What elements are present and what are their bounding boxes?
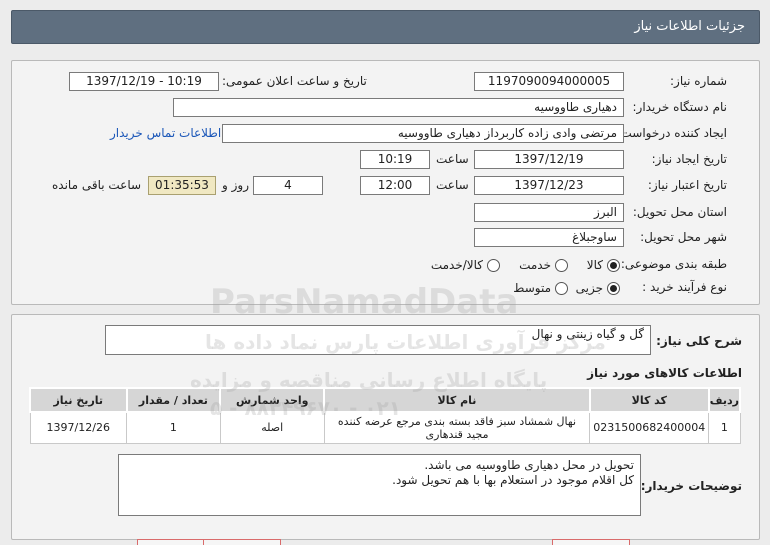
cell-need-date: 1397/12/26 (29, 411, 128, 444)
col-unit: واحد شمارش (219, 387, 326, 413)
page-header: جزئیات اطلاعات نیاز (11, 10, 760, 44)
validity-days-label: روز و (222, 178, 249, 192)
province-label: استان محل تحویل: (632, 205, 727, 219)
table-row: 1 0231500682400004 نهال شمشاد سبز فاقد ب… (29, 411, 741, 444)
radio-icon[interactable] (555, 258, 568, 272)
radio-selected-icon[interactable] (607, 258, 620, 272)
cell-goods-code: 0231500682400004 (589, 411, 710, 444)
purchase-option-minor[interactable]: جزیی (576, 279, 620, 297)
goods-table: ردیف کد کالا نام کالا واحد شمارش تعداد /… (29, 387, 742, 444)
cell-unit: اصله (219, 411, 325, 444)
cell-goods-name: نهال شمشاد سبز فاقد بسته بندی مرجع عرضه … (323, 411, 591, 444)
validity-date-field: 1397/12/23 (474, 176, 624, 195)
radio-selected-icon[interactable] (607, 281, 620, 295)
need-number-label: شماره نیاز: (670, 74, 727, 88)
validity-label: تاریخ اعتبار نیاز: (647, 178, 727, 192)
city-label: شهر محل تحویل: (640, 230, 727, 244)
category-option-goods[interactable]: کالا (587, 256, 620, 274)
created-date-field: 1397/12/19 (474, 150, 624, 169)
goods-table-wrap: ردیف کد کالا نام کالا واحد شمارش تعداد /… (29, 387, 742, 444)
buyer-org-label: نام دستگاه خریدار: (632, 100, 728, 114)
cell-quantity: 1 (126, 411, 221, 444)
buyer-notes-label: توضیحات خریدار: (640, 479, 742, 493)
buyer-contact-link[interactable]: اطلاعات تماس خریدار (110, 124, 221, 142)
purchase-option-medium[interactable]: متوسط (513, 279, 568, 297)
announce-label: تاریخ و ساعت اعلان عمومی: (222, 74, 367, 88)
validity-time-field: 12:00 (360, 176, 430, 195)
page-title: جزئیات اطلاعات نیاز (634, 19, 745, 34)
bottom-button[interactable] (203, 539, 281, 545)
need-number-field: 1197090094000005 (474, 72, 624, 91)
created-label: تاریخ ایجاد نیاز: (651, 152, 727, 166)
buyer-notes-box: تحویل در محل دهیاری طاووسیه می باشد. کل … (118, 454, 641, 516)
summary-field: گل و گیاه زینتی و نهال (105, 325, 651, 355)
radio-icon[interactable] (555, 281, 568, 295)
remaining-time-label: ساعت باقی مانده (52, 178, 142, 192)
validity-days-field: 4 (253, 176, 323, 195)
requester-field: مرتضی وادی زاده کاربرداز دهیاری طاووسیه (222, 124, 624, 143)
col-need-date: تاریخ نیاز (29, 387, 128, 413)
bottom-button[interactable] (552, 539, 630, 545)
purchase-type-label: نوع فرآیند خرید : (642, 280, 727, 294)
goods-section-title: اطلاعات کالاهای مورد نیاز (587, 366, 742, 380)
province-field: البرز (474, 203, 624, 222)
col-goods-name: نام کالا (323, 387, 591, 413)
requester-label: ایجاد کننده درخواست: (616, 126, 727, 140)
created-time-field: 10:19 (360, 150, 430, 169)
announce-field: 1397/12/19 - 10:19 (69, 72, 219, 91)
created-time-label: ساعت (436, 152, 469, 166)
buyer-note-line: کل اقلام موجود در استعلام بها با هم تحوی… (392, 473, 634, 487)
radio-icon[interactable] (487, 258, 500, 272)
validity-time-label: ساعت (436, 178, 469, 192)
category-label: طبقه بندی موضوعی: (620, 257, 727, 271)
category-option-goods-service[interactable]: کالا/خدمت (431, 256, 500, 274)
category-option-service[interactable]: خدمت (519, 256, 568, 274)
summary-label: شرح کلی نیاز: (656, 334, 742, 348)
table-header-row: ردیف کد کالا نام کالا واحد شمارش تعداد /… (29, 387, 742, 413)
city-field: ساوجبلاغ (474, 228, 624, 247)
col-goods-code: کد کالا (588, 387, 710, 413)
buyer-org-field: دهیاری طاووسیه (173, 98, 624, 117)
buyer-note-line: تحویل در محل دهیاری طاووسیه می باشد. (424, 458, 634, 472)
remaining-time-field: 01:35:53 (148, 176, 216, 195)
col-quantity: تعداد / مقدار (125, 387, 222, 413)
col-row-number: ردیف (707, 387, 742, 413)
cell-row-number: 1 (708, 411, 741, 444)
